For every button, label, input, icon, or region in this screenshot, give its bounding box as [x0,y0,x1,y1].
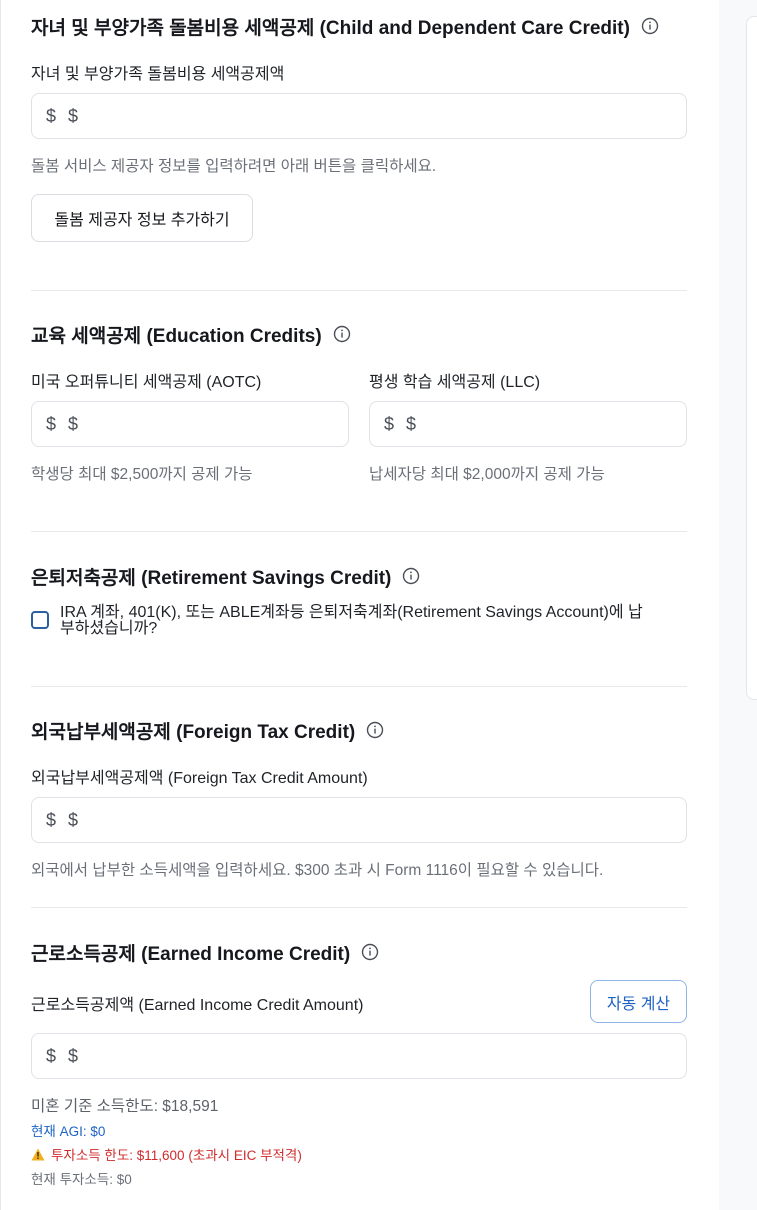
llc-label: 평생 학습 세액공제 (LLC) [369,374,541,391]
eic-section: 근로소득공제 (Earned Income Credit) 근로소득공제액 (E… [31,940,687,1189]
llc-amount-input[interactable] [406,413,648,435]
dependent-care-amount-input[interactable] [68,105,581,127]
currency-symbol: $ [46,809,57,830]
side-panel [746,16,757,700]
retirement-savings-checkbox[interactable] [31,611,49,629]
education-title-text: 교육 세액공제 (Education Credits) [31,325,322,347]
foreign-tax-amount-field[interactable]: $ [31,797,687,843]
eic-amount-field[interactable]: $ [31,1033,687,1079]
retirement-question-line-1: IRA 계좌, 401(K), 또는 ABLE계좌등 은퇴저축계좌(Retire… [60,604,643,621]
currency-symbol: $ [46,105,57,126]
dependent-care-section: 자녀 및 부양가족 돌봄비용 세액공제 (Child and Dependent… [31,0,687,290]
retirement-question-line-2: 부하셨습니까? [60,620,158,637]
warning-icon [31,1148,45,1160]
aotc-amount-field[interactable]: $ [31,401,349,447]
retirement-title: 은퇴저축공제 (Retirement Savings Credit) [31,564,420,589]
foreign-tax-section: 외국납부세액공제 (Foreign Tax Credit) 외국납부세액공제액 … [31,718,687,888]
info-icon[interactable] [402,567,420,585]
currency-symbol: $ [46,1045,57,1066]
section-divider [31,531,687,532]
section-divider [31,290,687,291]
section-divider [31,907,687,908]
foreign-tax-help-text: 외국에서 납부한 소득세액을 입력하세요. $300 초과 시 Form 111… [31,862,604,879]
aotc-label: 미국 오퍼튜니티 세액공제 (AOTC) [31,374,262,391]
info-icon[interactable] [361,943,379,961]
aotc-help-text: 학생당 최대 $2,500까지 공제 가능 [31,466,253,483]
llc-help-text: 납세자당 최대 $2,000까지 공제 가능 [369,466,605,483]
dependent-care-amount-field[interactable]: $ [31,93,687,139]
currency-symbol: $ [46,413,57,434]
foreign-tax-title-text: 외국납부세액공제 (Foreign Tax Credit) [31,721,356,743]
retirement-title-text: 은퇴저축공제 (Retirement Savings Credit) [31,567,392,589]
education-section: 교육 세액공제 (Education Credits) 미국 오퍼튜니티 세액공… [31,322,687,492]
info-icon[interactable] [641,17,659,35]
foreign-tax-amount-input[interactable] [68,809,581,831]
llc-amount-field[interactable]: $ [369,401,687,447]
auto-calculate-button[interactable]: 자동 계산 [590,980,687,1023]
foreign-tax-amount-label: 외국납부세액공제액 (Foreign Tax Credit Amount) [31,770,368,787]
info-icon[interactable] [366,721,384,739]
info-icon[interactable] [333,325,351,343]
eic-current-agi: 현재 AGI: $0 [31,1124,106,1139]
eic-current-investment: 현재 투자소득: $0 [31,1172,132,1187]
eic-amount-input[interactable] [68,1045,581,1067]
eic-investment-limit-text: 투자소득 한도: $11,600 (초과시 EIC 부적격) [51,1148,302,1163]
currency-symbol: $ [384,413,395,434]
retirement-savings-question[interactable]: IRA 계좌, 401(K), 또는 ABLE계좌등 은퇴저축계좌(Retire… [60,605,643,637]
education-title: 교육 세액공제 (Education Credits) [31,322,351,347]
aotc-amount-input[interactable] [68,413,310,435]
eic-title: 근로소득공제 (Earned Income Credit) [31,940,379,965]
eic-title-text: 근로소득공제 (Earned Income Credit) [31,943,351,965]
dependent-care-amount-label: 자녀 및 부양가족 돌봄비용 세액공제액 [31,66,285,83]
dependent-care-help-text: 돌봄 서비스 제공자 정보를 입력하려면 아래 버튼을 클릭하세요. [31,158,437,175]
section-divider [31,686,687,687]
dependent-care-title-text: 자녀 및 부양가족 돌봄비용 세액공제 (Child and Dependent… [31,17,630,39]
retirement-section: 은퇴저축공제 (Retirement Savings Credit) IRA 계… [31,564,687,664]
dependent-care-title: 자녀 및 부양가족 돌봄비용 세액공제 (Child and Dependent… [31,14,659,39]
eic-investment-limit: 투자소득 한도: $11,600 (초과시 EIC 부적격) [31,1144,302,1164]
add-care-provider-button[interactable]: 돌봄 제공자 정보 추가하기 [31,194,253,242]
foreign-tax-title: 외국납부세액공제 (Foreign Tax Credit) [31,718,384,743]
eic-income-limit: 미혼 기준 소득한도: $18,591 [31,1098,219,1115]
eic-amount-label: 근로소득공제액 (Earned Income Credit Amount) [31,997,364,1014]
